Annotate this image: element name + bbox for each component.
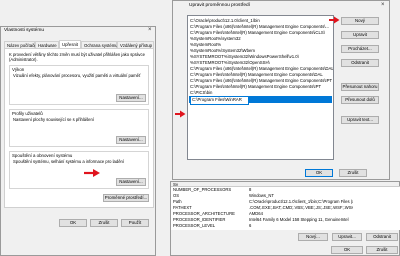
move-down-button[interactable]: Přesunout dolů [341,96,379,104]
list-item[interactable]: C:\PICS\bin [190,90,212,96]
user-profiles-group: Profily uživatelů Nastavení plochy souvi… [9,109,149,147]
startup-recovery-label: Spouštění a obnovení systému [12,153,73,158]
move-up-button[interactable]: Přesunout nahoru [341,83,379,91]
envvars-edit-button[interactable]: Upravit... [332,233,362,241]
dialog-title: Upravit proměnnou prostředí [189,3,251,8]
user-profiles-settings-button[interactable]: Nastavení... [116,136,146,144]
envvars-new-button[interactable]: Nový... [298,233,328,241]
list-item[interactable]: C:\Oracle\product\12.1.0\client_1\bin [190,18,260,24]
list-item[interactable]: %SYSTEMROOT%\System32\OpenSSH\ [190,60,270,66]
tab-panel: K provedení většiny těchto změn musí být… [4,48,154,208]
performance-label: Výkon [12,67,25,72]
new-button[interactable]: Nový [341,17,379,25]
tab-system-protection[interactable]: Ochrana systému [81,41,118,48]
sysprops-cancel-button[interactable]: Zrušit [90,219,118,227]
edit-env-variable-dialog: Upravit proměnnou prostředí × C:\Oracle\… [172,0,390,180]
envvars-delete-button[interactable]: Odstranit [366,233,398,241]
close-icon[interactable]: × [148,27,152,33]
system-properties-window: Vlastnosti systému × Název počítače Hard… [0,26,156,256]
performance-text: Vizuální efekty, plánování procesoru, vy… [13,73,141,78]
browse-button[interactable]: Procházet... [341,45,379,53]
environment-variables-window: Sy NUMBER_OF_PROCESSORS 8 OS Windows_NT … [170,181,400,256]
path-edit-field[interactable]: C:\Program Files\WinRAR [190,96,249,105]
dialog-cancel-button[interactable]: Zrušit [339,169,367,177]
startup-recovery-group: Spouštění a obnovení systému Spouštění s… [9,151,149,189]
window-title: Vlastnosti systému [4,28,44,33]
delete-button[interactable]: Odstranit [341,59,379,67]
envvars-cancel-button[interactable]: Zrušit [366,246,398,254]
edit-text-button[interactable]: Upravit text... [341,116,379,124]
red-arrow-icon [175,110,186,118]
startup-recovery-text: Spouštění systému, selhání systému a inf… [13,159,125,164]
tab-computer-name[interactable]: Název počítače [4,41,37,48]
system-variables-table: NUMBER_OF_PROCESSORS 8 OS Windows_NT Pat… [171,186,400,230]
environment-variables-button[interactable]: Proměnné prostředí... [103,194,149,202]
list-item[interactable]: C:\Program Files (x86)\Intel\Intel(R) Ma… [190,66,333,72]
dialog-ok-button[interactable]: OK [305,169,333,177]
list-item[interactable]: %SystemRoot% [190,42,221,48]
user-profiles-label: Profily uživatelů [12,111,43,116]
list-item[interactable]: %SystemRoot%\system32 [190,36,241,42]
table-row[interactable]: PROCESSOR_LEVEL 6 [171,223,400,229]
list-item[interactable]: C:\Program Files\Intel\Intel(R) Manageme… [190,72,323,78]
edit-button[interactable]: Upravit [341,31,379,39]
list-item[interactable]: %SYSTEMROOT%\System32\WindowsPowerShell\… [190,54,299,60]
list-item[interactable]: %SystemRoot%\System32\Wbem [190,48,255,54]
red-arrow-icon [329,16,340,24]
close-icon[interactable]: × [381,2,385,8]
tab-remote[interactable]: Vzdálený přístup [117,41,154,48]
list-item[interactable]: C:\Program Files (x86)\Intel\Intel(R) Ma… [190,78,332,84]
list-item[interactable]: C:\Program Files (x86)\Intel\Intel(R) Ma… [190,24,329,30]
red-arrow-icon [84,169,100,177]
tab-hardware[interactable]: Hardware [35,41,59,48]
sysprops-apply-button[interactable]: Použít [121,219,149,227]
admin-info: K provedení většiny těchto změn musí být… [9,52,145,62]
performance-settings-button[interactable]: Nastavení... [116,94,146,102]
envvars-ok-button[interactable]: OK [331,246,363,254]
list-item[interactable]: C:\Program Files\Intel\Intel(R) Manageme… [190,30,325,36]
sysprops-ok-button[interactable]: OK [59,219,87,227]
tab-advanced[interactable]: Upřesnit [59,40,81,48]
list-item[interactable]: C:\Program Files\Intel\Intel(R) Manageme… [190,84,321,90]
performance-group: Výkon Vizuální efekty, plánování proceso… [9,65,149,105]
path-list[interactable]: C:\Oracle\product\12.1.0\client_1\bin C:… [187,15,334,160]
user-profiles-text: Nastavení plochy související se s přihlá… [13,117,94,122]
startup-settings-button[interactable]: Nastavení... [116,178,146,186]
